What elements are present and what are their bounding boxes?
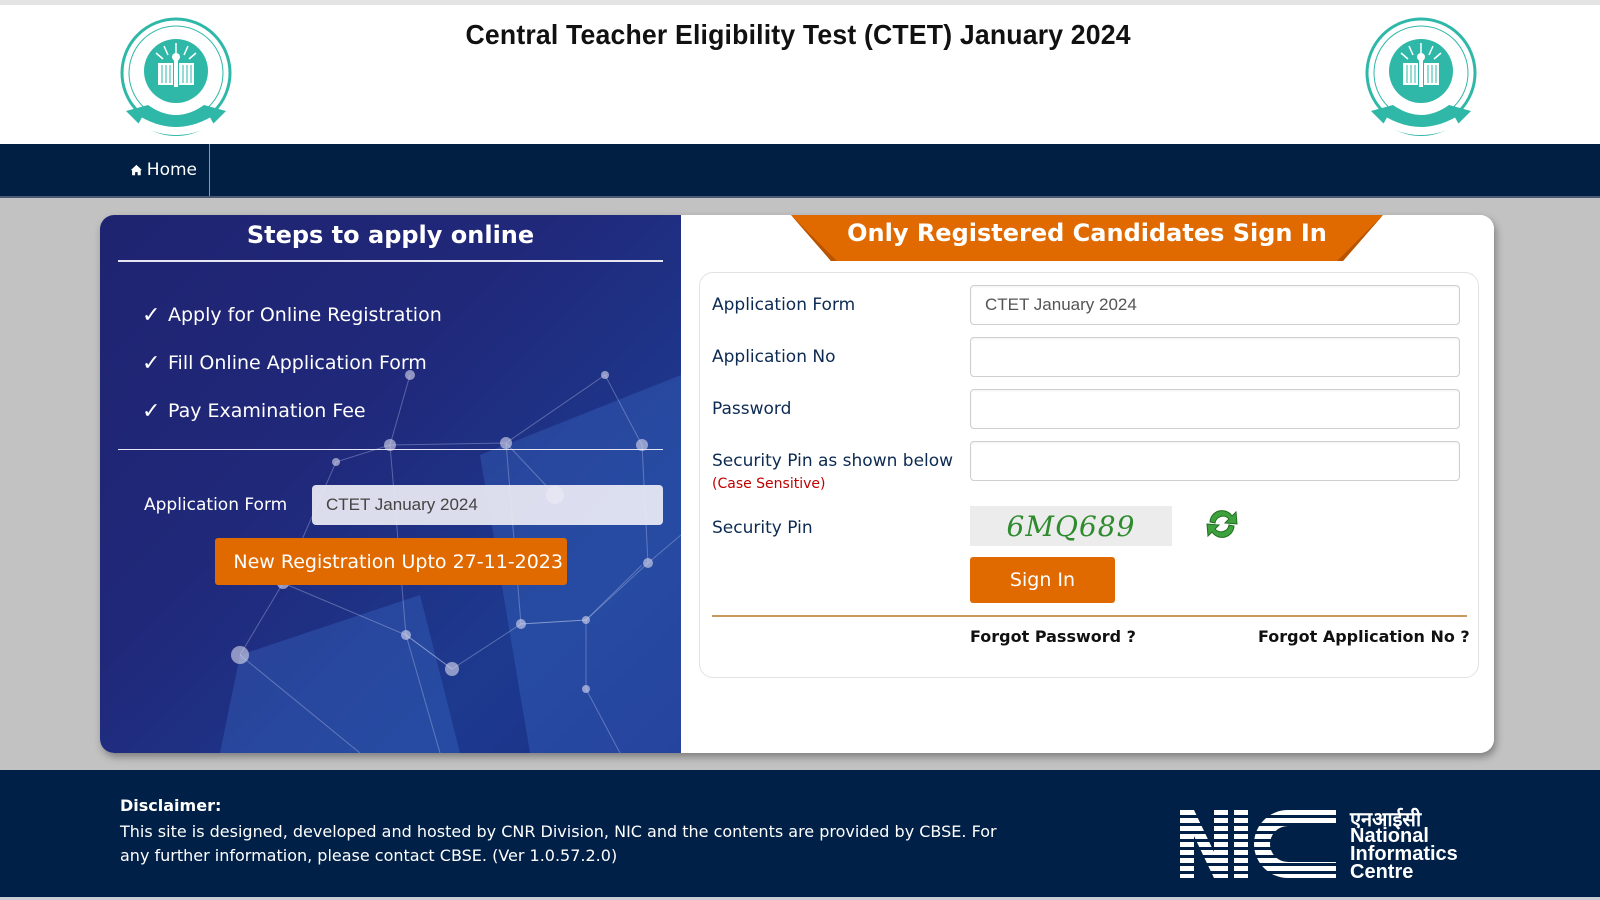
checkmark-icon: ✓	[142, 302, 161, 328]
case-sensitive-note: (Case Sensitive)	[712, 476, 826, 492]
step-label: Pay Examination Fee	[168, 400, 366, 422]
site-header: Central Teacher Eligibility Test (CTET) …	[0, 0, 1600, 144]
nic-logo-icon	[1180, 810, 1336, 878]
password-input[interactable]	[970, 389, 1460, 429]
page-title: Central Teacher Eligibility Test (CTET) …	[465, 19, 1131, 50]
checkmark-icon: ✓	[142, 350, 161, 376]
disclaimer-text: This site is designed, developed and hos…	[120, 822, 997, 865]
application-form-label: Application Form	[712, 295, 856, 315]
step-item: ✓ Apply for Online Registration	[142, 291, 442, 339]
home-icon	[130, 164, 142, 175]
security-pin-label: Security Pin	[712, 518, 813, 538]
step-item: ✓ Fill Online Application Form	[142, 339, 442, 387]
captcha-image: 6MQ689	[970, 506, 1172, 546]
main-navbar: Home	[0, 144, 1600, 198]
security-pin-input[interactable]	[970, 441, 1460, 481]
site-footer: Disclaimer: This site is designed, devel…	[0, 770, 1600, 900]
signin-panel: Only Registered Candidates Sign In Appli…	[681, 215, 1494, 753]
steps-list: ✓ Apply for Online Registration ✓ Fill Onl…	[142, 291, 442, 435]
password-label: Password	[712, 399, 792, 419]
application-no-label: Application No	[712, 347, 836, 367]
divider	[712, 615, 1467, 617]
application-form-select[interactable]	[312, 485, 663, 525]
nic-name: National Informatics Centre	[1350, 826, 1458, 883]
steps-panel: Steps to apply online ✓ Apply for Online …	[100, 215, 681, 753]
cbse-emblem-icon	[1365, 17, 1477, 136]
application-form-label: Application Form	[144, 495, 288, 515]
main-card: Steps to apply online ✓ Apply for Online …	[100, 215, 1494, 753]
checkmark-icon: ✓	[142, 398, 161, 424]
security-pin-input-label: Security Pin as shown below	[712, 451, 954, 471]
step-item: ✓ Pay Examination Fee	[142, 387, 442, 435]
divider	[118, 260, 663, 262]
sign-in-button[interactable]: Sign In	[970, 557, 1115, 603]
signin-ribbon: Only Registered Candidates Sign In	[791, 215, 1383, 261]
steps-title: Steps to apply online	[246, 221, 535, 249]
refresh-icon[interactable]	[1202, 504, 1242, 544]
step-label: Fill Online Application Form	[168, 352, 427, 374]
forgot-password-link[interactable]: Forgot Password ?	[970, 627, 1136, 646]
divider	[118, 449, 663, 450]
application-no-input[interactable]	[970, 337, 1460, 377]
forgot-application-no-link[interactable]: Forgot Application No ?	[1258, 627, 1470, 646]
disclaimer-title: Disclaimer:	[120, 796, 222, 815]
nic-line: Centre	[1350, 861, 1414, 883]
application-form-field[interactable]	[970, 285, 1460, 325]
signin-form: Application Form Application No Password…	[699, 272, 1479, 678]
signin-title: Only Registered Candidates Sign In	[847, 219, 1327, 247]
step-label: Apply for Online Registration	[168, 304, 442, 326]
new-registration-button[interactable]: New Registration Upto 27-11-2023	[215, 538, 567, 585]
nav-home-link[interactable]: Home	[118, 144, 210, 196]
nav-home-label: Home	[146, 160, 197, 180]
